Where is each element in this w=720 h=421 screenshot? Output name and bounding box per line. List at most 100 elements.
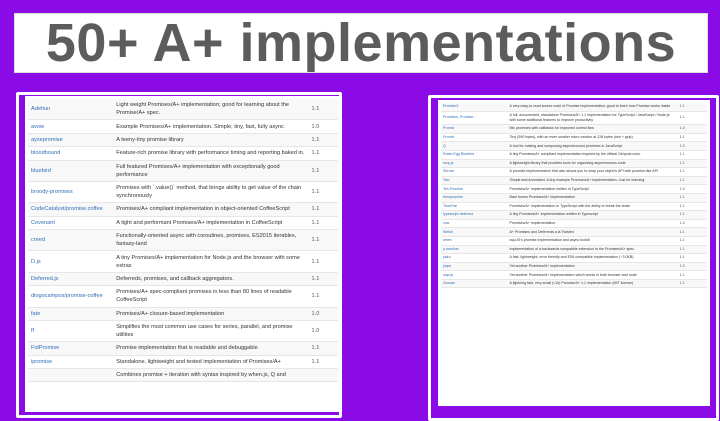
spec-version: 1.1	[677, 227, 707, 237]
implementation-link[interactable]: ff	[28, 320, 114, 343]
table-row: fate Promises/A+ closure-based implementa…	[28, 307, 338, 321]
implementation-link[interactable]: ipromise	[28, 355, 114, 370]
spec-version: 1.1	[677, 270, 707, 280]
implementation-link[interactable]: rsvp.js	[441, 159, 508, 169]
table-row: ThenFail Promises/A+ implementation in Ty…	[441, 202, 707, 212]
implementation-link[interactable]: Shrove	[441, 167, 508, 177]
spec-version: 1.1	[677, 133, 707, 143]
implementation-link[interactable]: y-resolver	[441, 245, 508, 255]
implementation-link[interactable]: Welsh	[441, 227, 508, 237]
implementation-link[interactable]: Robin Egg Bluebird	[441, 150, 508, 160]
implementation-link[interactable]: aysepromise	[28, 133, 114, 148]
table-row: Taxi Simple and Annotated. A tiny example…	[441, 176, 707, 186]
implementation-link[interactable]: creed	[28, 229, 114, 252]
implementation-description: Deferreds, promises, and callback aggreg…	[113, 272, 309, 287]
table-row: thenpromise Bare bones Promises/A+ implem…	[441, 193, 707, 203]
spec-version: 1.1	[677, 150, 707, 160]
implementation-link[interactable]: broody-promises	[28, 181, 114, 204]
spec-version: 1.1	[308, 355, 338, 370]
implementation-description: Mix promises with callbacks for improved…	[507, 124, 678, 134]
table-row: Deferred.js Deferreds, promises, and call…	[28, 272, 338, 287]
implementation-description: Full featured Promises/A+ implementation…	[113, 160, 309, 182]
implementation-link[interactable]: zapi.js	[441, 270, 508, 280]
implementation-link[interactable]: bloodhound	[28, 146, 114, 161]
table-row: QA tool for making and composing asynchr…	[441, 141, 707, 151]
implementation-link[interactable]: Promises, Promise...	[441, 111, 508, 126]
implementation-description: Light weight Promises/A+ implementation;…	[113, 99, 309, 121]
spec-version	[308, 368, 338, 383]
table-row: bloodhound Feature-rich promise library w…	[28, 146, 338, 161]
implementation-link[interactable]: Adehun	[28, 99, 114, 121]
implementation-description: A tight and performant Promises/A+ imple…	[113, 216, 309, 231]
implementation-link[interactable]: bluebird	[28, 160, 114, 182]
spec-version: 1.1	[308, 229, 338, 252]
implementation-description: Functionally-oriented async with corouti…	[113, 229, 309, 252]
implementation-description: Promise implementation that is readable …	[113, 341, 309, 356]
table-row: bluebird Full featured Promises/A+ implem…	[28, 160, 338, 182]
spec-version: 1.1	[677, 167, 707, 177]
implementation-link[interactable]: yapa	[441, 262, 508, 272]
implementation-link[interactable]: ThenFail	[441, 202, 508, 212]
table-row: y-resolver Implementation of a backwards …	[441, 245, 707, 255]
implementation-description: A tiny Promises/A+ compliant implementat…	[507, 150, 678, 160]
spec-version: 1.1	[677, 245, 707, 255]
implementation-link[interactable]: Zousan	[441, 279, 508, 289]
spec-version: 1.0	[677, 262, 707, 272]
implementation-link[interactable]: Q	[441, 141, 508, 151]
implementation-link[interactable]: fate	[28, 307, 114, 321]
table-row: ipromise Standalone, lightweight and test…	[28, 355, 338, 370]
table-row: rsvp.js A lightweight library that provid…	[441, 159, 707, 169]
spec-version: 1.1	[308, 146, 338, 161]
implementation-link[interactable]	[28, 368, 114, 383]
right-implementations-screenshot: Promise3 A very easy-to-read source code …	[441, 103, 707, 403]
implementation-link[interactable]: CodeCatalyst/promise.coffee	[28, 202, 114, 217]
implementation-description: A promise implementation that also allow…	[507, 167, 678, 177]
spec-version: 1.1	[677, 253, 707, 263]
implementation-link[interactable]: yaku	[441, 253, 508, 263]
slide-title: 50+ A+ implementations	[45, 13, 677, 73]
implementation-description: Promises/A+ spec-compliant promises in l…	[113, 285, 309, 308]
implementation-link[interactable]: Promix	[441, 124, 508, 134]
implementation-description: Implementation of a backwards compatible…	[507, 245, 678, 255]
spec-version: 1.1	[308, 216, 338, 231]
implementation-link[interactable]: vow	[441, 219, 508, 229]
spec-version: 1.1	[308, 285, 338, 308]
table-row: when cujoJS's promise implementation and …	[441, 236, 707, 246]
implementation-link[interactable]: Ten.Promise	[441, 184, 508, 194]
implementation-link[interactable]: typescript-deferred	[441, 210, 508, 220]
implementation-link[interactable]: when	[441, 236, 508, 246]
implementation-description: Tiny (590 bytes), with an even smaller m…	[507, 133, 678, 143]
implementation-link[interactable]: avow	[28, 119, 114, 134]
implementation-link[interactable]: Promise3	[441, 103, 508, 112]
implementation-description: A fast, lightweight, error friendly and …	[507, 253, 678, 263]
implementation-link[interactable]: Taxi	[441, 176, 508, 186]
implementation-link[interactable]: FidPromise	[28, 341, 114, 356]
spec-version: 1.0	[308, 320, 338, 343]
implementation-link[interactable]: D.js	[28, 250, 114, 273]
table-row: CodeCatalyst/promise.coffee Promises/A+ c…	[28, 202, 338, 217]
implementation-description: A very easy-to-read source code of Promi…	[507, 103, 678, 112]
spec-version: 1.0	[677, 184, 707, 194]
implementation-description: Standalone, lightweight and tested imple…	[113, 355, 309, 370]
implementation-description: A teeny-tiny promise library	[113, 133, 309, 148]
table-row: Promise3 A very easy-to-read source code …	[441, 103, 707, 112]
table-row: zapi.js Yet another Promises/A+ implement…	[441, 270, 707, 280]
table-row: vow Promises/A+ implementation 1.0	[441, 219, 707, 229]
spec-version: 1.1	[308, 341, 338, 356]
implementation-link[interactable]: Promiz	[441, 133, 508, 143]
implementation-description: Promises/A+ compliant implementation in …	[113, 202, 309, 217]
table-row: Shrove A promise implementation that also…	[441, 167, 707, 177]
implementation-description: Bare bones Promises/A+ implementation	[507, 193, 678, 203]
implementation-link[interactable]: Covenant	[28, 216, 114, 231]
spec-version: 1.1	[677, 111, 707, 126]
spec-version: 1.1	[308, 181, 338, 204]
table-row: yapa Yet another Promises/A+ implementati…	[441, 262, 707, 272]
implementation-description: Example Promises/A+ implementation. Simp…	[113, 119, 309, 134]
implementation-description: Promises/A+ implementation	[507, 219, 678, 229]
spec-version: 1.1	[308, 99, 338, 121]
implementation-link[interactable]: thenpromise	[441, 193, 508, 203]
implementation-description: Simple and Annotated. A tiny example Pro…	[507, 176, 678, 186]
implementation-link[interactable]: diogocampos/promise-coffee	[28, 285, 114, 308]
table-row: creed Functionally-oriented async with co…	[28, 229, 338, 252]
implementation-link[interactable]: Deferred.js	[28, 272, 114, 287]
